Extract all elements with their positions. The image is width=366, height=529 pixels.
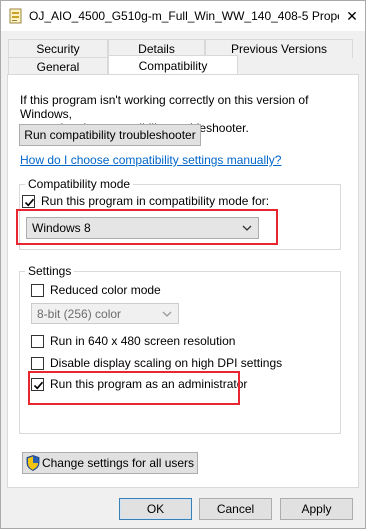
- checkmark-icon: [24, 198, 35, 206]
- close-button[interactable]: ✕: [339, 1, 365, 31]
- ok-button[interactable]: OK: [119, 498, 192, 520]
- manual-settings-link[interactable]: How do I choose compatibility settings m…: [20, 153, 281, 167]
- dpi-scaling-row[interactable]: Disable display scaling on high DPI sett…: [31, 356, 282, 370]
- dpi-scaling-checkbox[interactable]: [31, 356, 44, 370]
- reduced-color-checkbox[interactable]: [31, 283, 44, 297]
- window-title: OJ_AIO_4500_G510g-m_Full_Win_WW_140_408-…: [29, 9, 354, 23]
- checkmark-icon: [33, 381, 44, 389]
- change-all-users-label: Change settings for all users: [41, 456, 195, 470]
- compatibility-mode-label: Compatibility mode: [25, 177, 134, 191]
- compat-mode-checkbox[interactable]: [22, 194, 35, 208]
- compat-mode-checkbox-row[interactable]: Run this program in compatibility mode f…: [22, 194, 269, 208]
- color-depth-select-value: 8-bit (256) color: [37, 306, 122, 321]
- dpi-scaling-label: Disable display scaling on high DPI sett…: [50, 356, 283, 370]
- run-as-admin-checkbox[interactable]: [31, 377, 44, 391]
- color-depth-select[interactable]: 8-bit (256) color: [31, 303, 179, 324]
- chevron-down-icon: [242, 225, 252, 231]
- res-640-checkbox[interactable]: [31, 334, 44, 348]
- res-640-label: Run in 640 x 480 screen resolution: [50, 334, 236, 348]
- intro-line-1: If this program isn't working correctly …: [20, 93, 309, 121]
- res-640-row[interactable]: Run in 640 x 480 screen resolution: [31, 334, 235, 348]
- chevron-down-icon: [162, 311, 172, 317]
- compat-mode-checkbox-label: Run this program in compatibility mode f…: [41, 194, 270, 208]
- reduced-color-label: Reduced color mode: [50, 283, 161, 297]
- title-bar: OJ_AIO_4500_G510g-m_Full_Win_WW_140_408-…: [1, 1, 365, 31]
- run-as-admin-label: Run this program as an administrator: [50, 377, 248, 391]
- settings-group-label: Settings: [25, 264, 75, 278]
- tab-security[interactable]: Security: [8, 39, 108, 58]
- run-as-admin-row[interactable]: Run this program as an administrator: [31, 377, 247, 391]
- run-troubleshooter-button[interactable]: Run compatibility troubleshooter: [19, 124, 201, 146]
- properties-window: OJ_AIO_4500_G510g-m_Full_Win_WW_140_408-…: [0, 0, 366, 529]
- compat-mode-select-value: Windows 8: [32, 221, 91, 235]
- change-all-users-button[interactable]: Change settings for all users: [22, 452, 198, 474]
- reduced-color-row[interactable]: Reduced color mode: [31, 283, 161, 297]
- uac-shield-icon: [26, 455, 40, 471]
- compatibility-panel: If this program isn't working correctly …: [7, 74, 359, 488]
- tab-compatibility[interactable]: Compatibility: [108, 55, 238, 75]
- cancel-button[interactable]: Cancel: [199, 498, 272, 520]
- file-icon: [9, 8, 23, 24]
- apply-button[interactable]: Apply: [280, 498, 353, 520]
- compat-mode-select[interactable]: Windows 8: [26, 217, 259, 239]
